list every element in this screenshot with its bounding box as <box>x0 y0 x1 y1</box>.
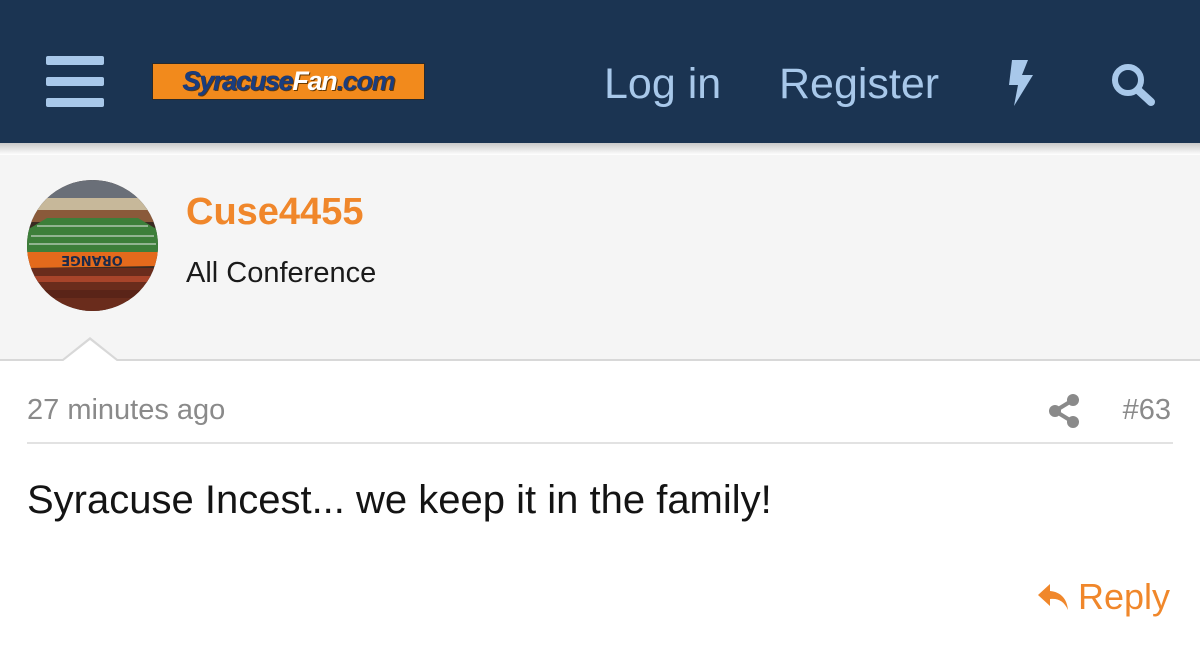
register-link[interactable]: Register <box>779 58 939 110</box>
user-title: All Conference <box>186 257 377 289</box>
post-timestamp[interactable]: 27 minutes ago <box>27 394 225 427</box>
post-number-link[interactable]: #63 <box>1123 394 1171 427</box>
share-icon[interactable] <box>1047 393 1081 429</box>
search-icon[interactable] <box>1110 62 1156 106</box>
hamburger-menu-icon[interactable] <box>46 56 104 108</box>
user-avatar[interactable]: ORANGE <box>27 180 158 311</box>
header-shadow <box>0 143 1200 155</box>
logo-text-part3: .com <box>336 66 395 96</box>
site-header: Syracuse Fan .com Log in Register <box>0 0 1200 143</box>
site-logo[interactable]: Syracuse Fan .com <box>152 63 425 100</box>
logo-text-part1: Syracuse <box>182 66 294 97</box>
reply-button[interactable]: Reply <box>1036 574 1170 620</box>
reply-label: Reply <box>1078 576 1171 617</box>
lightning-bolt-icon[interactable] <box>1006 60 1038 106</box>
stadium-avatar: ORANGE <box>27 180 158 311</box>
post-body-text: Syracuse Incest... we keep it in the fam… <box>27 478 772 522</box>
reply-arrow-icon <box>1038 584 1068 610</box>
username-link[interactable]: Cuse4455 <box>186 191 363 234</box>
user-block-pointer-fill <box>62 340 118 362</box>
login-link[interactable]: Log in <box>604 58 721 110</box>
post-user-block: ORANGE Cuse4455 All Conference <box>0 155 1200 361</box>
post-meta-bar: 27 minutes ago #63 <box>27 380 1173 444</box>
svg-text:ORANGE: ORANGE <box>61 252 123 267</box>
logo-text-part2: Fan <box>292 66 337 96</box>
